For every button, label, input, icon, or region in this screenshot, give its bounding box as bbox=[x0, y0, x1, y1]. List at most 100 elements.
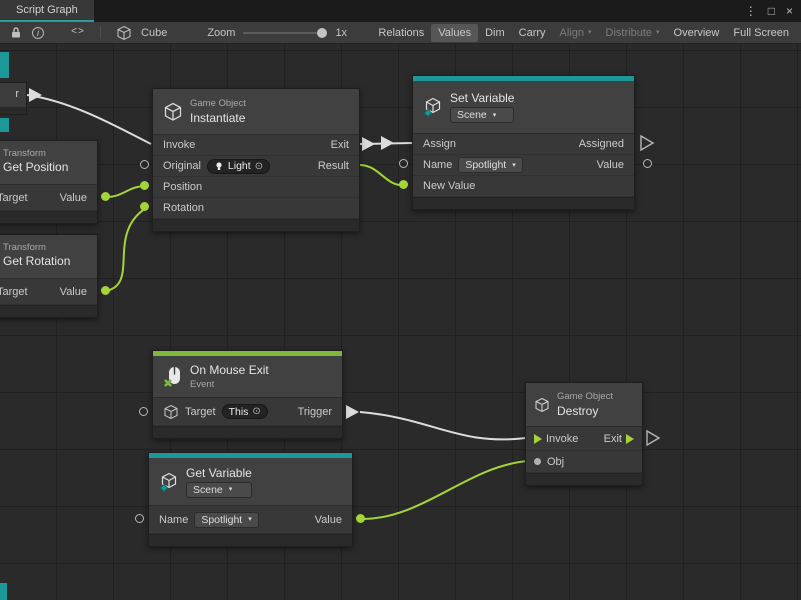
values-button[interactable]: Values bbox=[431, 24, 478, 42]
get-position-value-port[interactable] bbox=[101, 192, 110, 201]
zoom-value: 1x bbox=[335, 27, 347, 39]
mouse-exit-target-port[interactable] bbox=[139, 407, 148, 416]
node-on-mouse-exit[interactable]: On Mouse Exit Event Target This ⊙ Tri bbox=[152, 350, 343, 439]
wire-trigger-to-destroy-invoke bbox=[360, 412, 526, 439]
zoom-slider[interactable] bbox=[243, 27, 327, 39]
flow-arrow-icon bbox=[29, 88, 42, 102]
variable-scope-dropdown[interactable]: Scene ▾ bbox=[186, 482, 252, 498]
offscreen-node-fragment[interactable]: r bbox=[0, 82, 27, 115]
value-port-icon bbox=[534, 458, 541, 465]
node-set-variable[interactable]: Set Variable Scene ▾ Assign Assigned Nam… bbox=[412, 75, 635, 210]
variable-name-dropdown[interactable]: Spotlight ▾ bbox=[194, 512, 258, 528]
port-label-value: Value bbox=[315, 514, 342, 526]
overview-button[interactable]: Overview bbox=[667, 24, 727, 42]
dropdown-value: Spotlight bbox=[201, 514, 242, 526]
port-label-original: Original bbox=[163, 160, 201, 172]
node-title: Destroy bbox=[557, 404, 613, 418]
node-footer bbox=[526, 473, 642, 485]
object-field-value: Light bbox=[228, 160, 251, 172]
dim-button[interactable]: Dim bbox=[478, 24, 512, 42]
node-footer bbox=[0, 305, 97, 317]
wire-exit-to-assign bbox=[360, 143, 412, 144]
get-rotation-value-port[interactable] bbox=[101, 286, 110, 295]
node-instantiate[interactable]: Game Object Instantiate Invoke Exit Orig… bbox=[152, 88, 360, 232]
zoom-slider-knob[interactable] bbox=[317, 28, 327, 38]
object-field-value: This bbox=[229, 406, 249, 418]
value-output-port[interactable] bbox=[643, 159, 652, 168]
tab-title: Script Graph bbox=[16, 4, 78, 16]
node-footer bbox=[0, 107, 26, 114]
position-input-port[interactable] bbox=[140, 181, 149, 190]
object-picker-icon[interactable]: ⊙ bbox=[252, 406, 260, 417]
original-input-port[interactable] bbox=[140, 160, 149, 169]
chevron-down-icon: ▾ bbox=[229, 486, 233, 493]
name-input-port[interactable] bbox=[399, 159, 408, 168]
port-label-trigger: Trigger bbox=[298, 406, 332, 418]
dropdown-value: Scene bbox=[193, 484, 223, 496]
port-label-value: Value bbox=[60, 192, 87, 204]
chevron-down-icon: ▾ bbox=[512, 162, 516, 169]
node-get-variable[interactable]: Get Variable Scene ▾ Name Spotlight ▾ Va… bbox=[148, 452, 353, 547]
tab-bar: Script Graph ⋮ □ × bbox=[0, 0, 801, 22]
port-label-name: Name bbox=[423, 159, 452, 171]
port-label-position: Position bbox=[163, 181, 202, 193]
zoom-label: Zoom bbox=[207, 27, 235, 39]
wire-layer bbox=[0, 44, 801, 600]
maximize-icon[interactable]: □ bbox=[768, 4, 775, 18]
code-icon[interactable]: <> bbox=[71, 27, 85, 38]
distribute-button[interactable]: Distribute ▾ bbox=[599, 24, 667, 42]
script-graph-window: Script Graph ⋮ □ × i <> Cube Zoom bbox=[0, 0, 801, 600]
graph-canvas[interactable]: r Transform Get Position Target Value Tr… bbox=[0, 44, 801, 600]
node-category: Game Object bbox=[190, 98, 246, 109]
port-label-invoke: Invoke bbox=[546, 433, 578, 445]
get-variable-name-port[interactable] bbox=[135, 514, 144, 523]
graph-target-label: Cube bbox=[141, 27, 167, 39]
chevron-down-icon: ▾ bbox=[493, 112, 497, 119]
node-title: Get Rotation bbox=[3, 254, 70, 268]
close-icon[interactable]: × bbox=[786, 4, 793, 18]
dropdown-value: Scene bbox=[457, 109, 487, 121]
port-label-assigned: Assigned bbox=[579, 138, 624, 150]
cube-icon bbox=[534, 397, 550, 413]
mouse-icon bbox=[163, 365, 183, 389]
port-label-rotation: Rotation bbox=[163, 202, 204, 214]
chevron-down-icon: ▾ bbox=[588, 29, 592, 36]
rotation-input-port[interactable] bbox=[140, 202, 149, 211]
relations-button[interactable]: Relations bbox=[371, 24, 431, 42]
target-object-field[interactable]: This ⊙ bbox=[222, 404, 268, 419]
cube-icon bbox=[163, 102, 183, 122]
wire-getrotation-to-rotation bbox=[106, 208, 146, 291]
port-label-target: Target bbox=[0, 286, 28, 298]
node-get-position[interactable]: Transform Get Position Target Value bbox=[0, 140, 98, 224]
tab-script-graph[interactable]: Script Graph bbox=[0, 0, 94, 22]
wire-result-to-newvalue bbox=[360, 165, 401, 185]
dropdown-value: Spotlight bbox=[465, 159, 506, 171]
node-subtitle: Event bbox=[190, 379, 269, 390]
new-value-input-port[interactable] bbox=[399, 180, 408, 189]
carry-button[interactable]: Carry bbox=[512, 24, 553, 42]
flow-arrow-icon bbox=[362, 137, 375, 151]
chevron-down-icon: ▾ bbox=[656, 29, 660, 36]
node-title: Get Position bbox=[3, 160, 68, 174]
get-variable-value-port[interactable] bbox=[356, 514, 365, 523]
port-label-obj: Obj bbox=[547, 456, 564, 468]
port-label-exit: Exit bbox=[331, 139, 349, 151]
variable-name-dropdown[interactable]: Spotlight ▾ bbox=[458, 157, 522, 173]
node-destroy[interactable]: Game Object Destroy Invoke Exit Obj bbox=[525, 382, 643, 486]
node-title: Set Variable bbox=[450, 91, 514, 105]
node-get-rotation[interactable]: Transform Get Rotation Target Value bbox=[0, 234, 98, 318]
lock-icon[interactable] bbox=[10, 26, 22, 39]
window-controls: ⋮ □ × bbox=[745, 0, 793, 22]
align-button[interactable]: Align ▾ bbox=[553, 24, 599, 42]
info-icon[interactable]: i bbox=[32, 27, 44, 39]
port-label-name: Name bbox=[159, 514, 188, 526]
offscreen-variable-node-fragment bbox=[0, 583, 7, 600]
original-object-field[interactable]: Light ⊙ bbox=[207, 159, 270, 174]
graph-toolbar: i <> Cube Zoom 1x Relations Values Dim C… bbox=[0, 22, 801, 44]
cube-icon bbox=[163, 404, 179, 420]
variable-scope-dropdown[interactable]: Scene ▾ bbox=[450, 107, 514, 123]
node-footer bbox=[149, 534, 352, 546]
object-picker-icon[interactable]: ⊙ bbox=[255, 161, 263, 172]
menu-icon[interactable]: ⋮ bbox=[745, 4, 757, 18]
fullscreen-button[interactable]: Full Screen bbox=[726, 24, 796, 42]
